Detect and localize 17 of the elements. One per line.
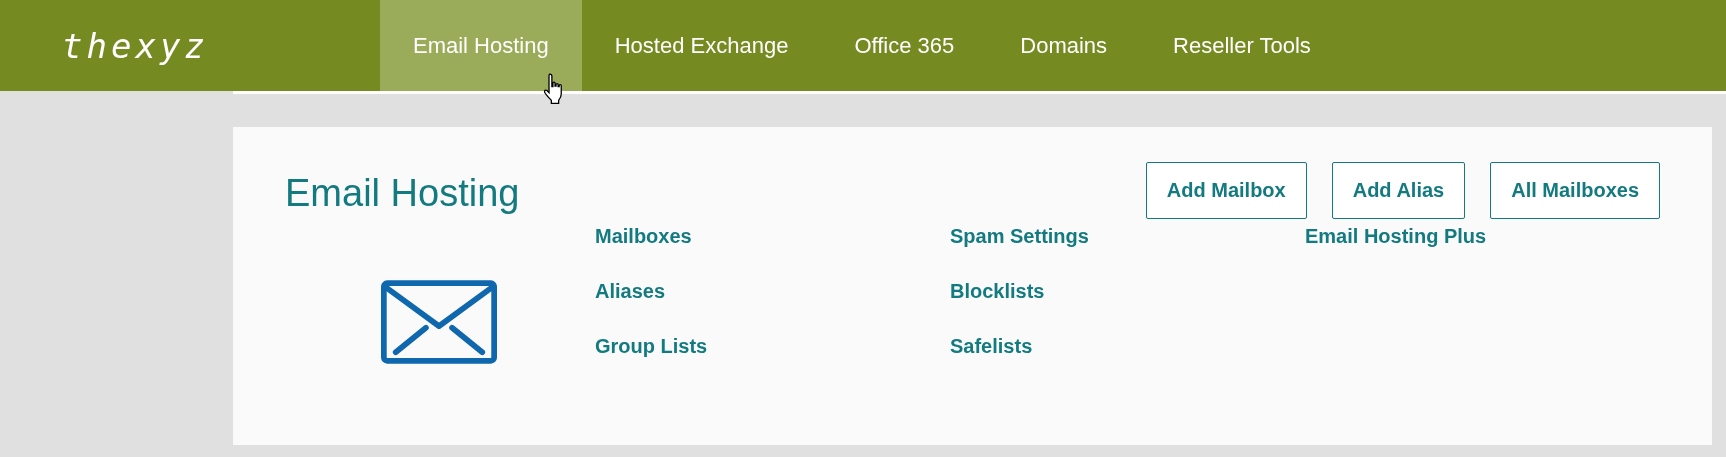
menu-link[interactable]: Mailboxes (595, 225, 950, 248)
menu-link[interactable]: Safelists (950, 335, 1305, 358)
menu-link[interactable]: Aliases (595, 280, 950, 303)
nav-tab[interactable]: Office 365 (821, 0, 988, 91)
menu-link[interactable]: Email Hosting Plus (1305, 225, 1660, 248)
nav-tab[interactable]: Email Hosting (380, 0, 582, 91)
nav-tab[interactable]: Hosted Exchange (581, 0, 822, 91)
page-title: Email Hosting (285, 172, 520, 215)
menu-link[interactable]: Blocklists (950, 280, 1305, 303)
menu-link[interactable]: Spam Settings (950, 225, 1305, 248)
nav-tab[interactable]: Domains (987, 0, 1141, 91)
action-button[interactable]: Add Mailbox (1145, 162, 1307, 219)
nav-tab[interactable]: Reseller Tools (1140, 0, 1344, 91)
menu-link[interactable]: Group Lists (595, 335, 950, 358)
logo[interactable]: thexyz (0, 0, 380, 91)
action-button[interactable]: All Mailboxes (1490, 162, 1660, 219)
action-button[interactable]: Add Alias (1331, 162, 1466, 219)
